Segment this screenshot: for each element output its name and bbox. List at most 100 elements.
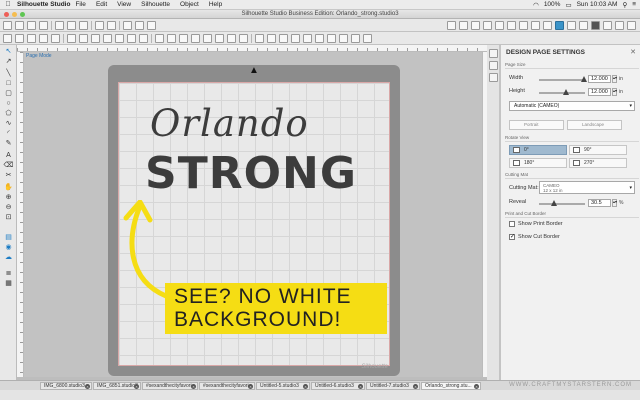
quick-tool-icon[interactable] <box>351 34 360 43</box>
quick-tool-icon[interactable] <box>363 34 372 43</box>
document-tab[interactable]: Untitled-6.studio3 × <box>311 382 365 390</box>
document-tab[interactable]: Untitled-5.studio3 × <box>256 382 310 390</box>
height-slider[interactable] <box>539 89 585 95</box>
quick-tool-icon[interactable] <box>27 34 36 43</box>
quick-tool-icon[interactable] <box>79 34 88 43</box>
menu-view[interactable]: View <box>117 1 131 8</box>
rectangle-tool-icon[interactable]: □ <box>3 79 14 88</box>
line-icon[interactable] <box>519 21 528 30</box>
tab-close-icon[interactable]: × <box>474 384 479 389</box>
trace-icon[interactable] <box>603 21 612 30</box>
transform-icon[interactable] <box>489 61 498 70</box>
document-tab[interactable]: IMG_6851.studio3 × <box>93 382 141 390</box>
tab-close-icon[interactable]: × <box>191 384 196 389</box>
height-stepper[interactable]: ▴▾ <box>612 88 617 96</box>
quick-tool-icon[interactable] <box>155 34 164 43</box>
fill-icon[interactable] <box>507 21 516 30</box>
quick-tool-icon[interactable] <box>3 34 12 43</box>
layers-icon[interactable]: ≣ <box>3 269 14 278</box>
quick-tool-icon[interactable] <box>303 34 312 43</box>
zoom-in-icon[interactable]: ⊕ <box>3 193 14 202</box>
document-tab[interactable]: IMG_6800.studio3 × <box>40 382 92 390</box>
align-icon[interactable] <box>579 21 588 30</box>
design-word-orlando[interactable]: Orlando <box>150 102 309 145</box>
grid-icon[interactable]: ▦ <box>3 279 14 288</box>
arc-tool-icon[interactable]: ◜ <box>3 129 14 138</box>
pencil-tool-icon[interactable]: ✎ <box>3 139 14 148</box>
wifi-icon[interactable]: ◠ <box>533 1 539 9</box>
menu-edit[interactable]: Edit <box>96 1 107 8</box>
send-tab-icon[interactable] <box>483 21 492 30</box>
replicate-icon[interactable] <box>555 21 564 30</box>
new-icon[interactable] <box>3 21 12 30</box>
quick-tool-icon[interactable] <box>279 34 288 43</box>
eraser-tool-icon[interactable]: ⌫ <box>3 161 14 170</box>
reveal-slider[interactable] <box>539 200 585 206</box>
menu-file[interactable]: File <box>75 1 85 8</box>
tab-close-icon[interactable]: × <box>303 384 308 389</box>
quick-tool-icon[interactable] <box>139 34 148 43</box>
show-cut-border-checkbox[interactable]: ✓ <box>509 234 515 240</box>
quick-tool-icon[interactable] <box>15 34 24 43</box>
line-tool-icon[interactable]: ╲ <box>3 69 14 78</box>
quick-tool-icon[interactable] <box>327 34 336 43</box>
show-print-border-checkbox[interactable] <box>509 221 515 227</box>
library-icon[interactable]: ▤ <box>3 233 14 242</box>
tab-close-icon[interactable]: × <box>358 384 363 389</box>
reveal-slider-knob[interactable] <box>551 200 557 206</box>
quick-tool-icon[interactable] <box>51 34 60 43</box>
quick-tool-icon[interactable] <box>91 34 100 43</box>
offset-icon[interactable] <box>489 73 498 82</box>
polygon-tool-icon[interactable]: ⬠ <box>3 109 14 118</box>
menu-silhouette[interactable]: Silhouette <box>141 1 170 8</box>
quick-tool-icon[interactable] <box>239 34 248 43</box>
redo-icon[interactable] <box>107 21 116 30</box>
reveal-field[interactable]: 30.5 <box>588 199 611 207</box>
menu-help[interactable]: Help <box>209 1 222 8</box>
search-icon[interactable]: ⚲ <box>622 1 627 9</box>
quick-tool-icon[interactable] <box>179 34 188 43</box>
notification-icon[interactable]: ≡ <box>632 1 636 8</box>
tab-close-icon[interactable]: × <box>134 384 139 389</box>
sketch-icon[interactable] <box>627 21 636 30</box>
edit-points-icon[interactable]: ↗ <box>3 57 14 66</box>
battery-icon[interactable]: ▭ <box>565 1 571 9</box>
quick-tool-icon[interactable] <box>227 34 236 43</box>
tab-close-icon[interactable]: × <box>85 384 90 389</box>
height-field[interactable]: 12.000 <box>588 88 611 96</box>
quick-tool-icon[interactable] <box>67 34 76 43</box>
pan-tool-icon[interactable]: ✋ <box>3 183 14 192</box>
zoom-fit-icon[interactable]: ⊡ <box>3 213 14 222</box>
quick-tool-icon[interactable] <box>339 34 348 43</box>
text-tool-icon[interactable]: A <box>3 151 14 160</box>
text-style-icon[interactable] <box>543 21 552 30</box>
open-icon[interactable] <box>15 21 24 30</box>
document-tab[interactable]: Untitled-7.studio3 × <box>366 382 420 390</box>
undo-icon[interactable] <box>95 21 104 30</box>
quick-tool-icon[interactable] <box>191 34 200 43</box>
width-slider-knob[interactable] <box>581 76 587 82</box>
rotate-0-button[interactable]: 0° <box>509 145 567 155</box>
clock[interactable]: Sun 10:03 AM <box>577 1 618 8</box>
send-icon[interactable] <box>147 21 156 30</box>
rotate-180-button[interactable]: 180° <box>509 158 567 168</box>
panel-close-icon[interactable]: ✕ <box>630 48 636 56</box>
copy-icon[interactable] <box>67 21 76 30</box>
media-size-select[interactable]: Automatic (CAMEO) ▾ <box>509 101 635 111</box>
menu-object[interactable]: Object <box>180 1 199 8</box>
cloud-icon[interactable]: ☁ <box>3 253 14 262</box>
design-icon[interactable] <box>447 21 456 30</box>
quick-tool-icon[interactable] <box>103 34 112 43</box>
shadow-icon[interactable] <box>531 21 540 30</box>
zoom-out-icon[interactable]: ⊖ <box>3 203 14 212</box>
quick-tool-icon[interactable] <box>115 34 124 43</box>
pan-icon[interactable] <box>135 21 144 30</box>
knife-icon[interactable] <box>615 21 624 30</box>
quick-tool-icon[interactable] <box>315 34 324 43</box>
zoom-icon[interactable] <box>123 21 132 30</box>
width-stepper[interactable]: ▴▾ <box>612 75 617 83</box>
app-menu[interactable]: Silhouette Studio <box>17 1 70 8</box>
landscape-button[interactable]: Landscape <box>567 120 622 130</box>
rounded-rectangle-icon[interactable]: ▢ <box>3 89 14 98</box>
store-tab-icon[interactable] <box>459 21 468 30</box>
